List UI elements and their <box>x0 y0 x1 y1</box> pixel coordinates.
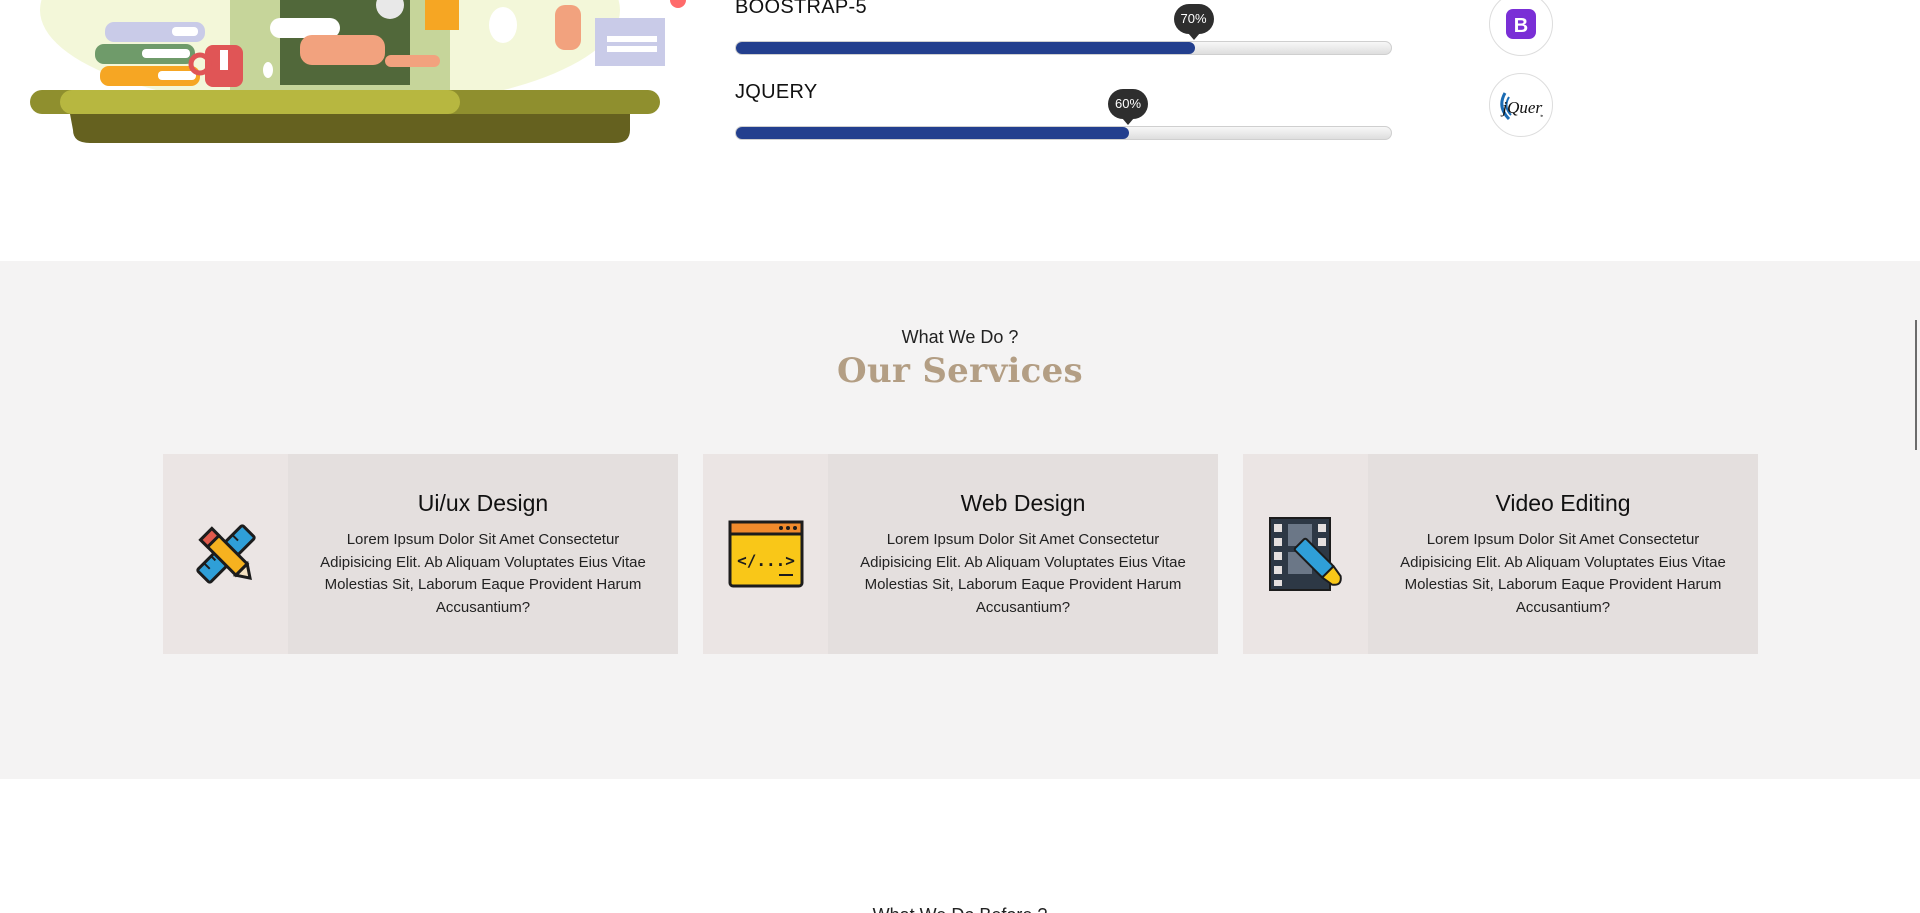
svg-text:</...>: </...> <box>737 551 795 570</box>
service-card-body: Video Editing Lorem Ipsum Dolor Sit Amet… <box>1368 454 1758 654</box>
service-card[interactable]: </...> Web Design Lorem Ipsum Dolor Sit … <box>703 454 1218 654</box>
service-card-body: Ui/ux Design Lorem Ipsum Dolor Sit Amet … <box>288 454 678 654</box>
service-card[interactable]: Ui/ux Design Lorem Ipsum Dolor Sit Amet … <box>163 454 678 654</box>
service-icon-box: </...> <box>703 454 828 654</box>
services-section: What We Do ? Our Services Ui/ux Design L… <box>0 261 1920 779</box>
service-title: Ui/ux Design <box>417 490 549 516</box>
jquery-logo-icon: jQuery <box>1489 73 1553 137</box>
page: BOOSTRAP-5 70% B JQUERY 60% jQuery What … <box>0 0 1920 913</box>
skill-name: BOOSTRAP-5 <box>735 0 867 18</box>
page-scrollbar[interactable] <box>1910 0 1920 913</box>
skill-progress-bar <box>735 126 1392 140</box>
ruler-pencil-icon <box>195 524 256 584</box>
svg-text:jQuery: jQuery <box>1500 98 1543 117</box>
skill-percent-bubble: 60% <box>1108 89 1149 125</box>
skill-percent-bubble: 70% <box>1173 4 1214 40</box>
skill-name: JQUERY <box>735 81 818 103</box>
workspace-illustration <box>30 0 686 143</box>
service-description: Lorem Ipsum Dolor Sit Amet Consectetur A… <box>1400 531 1726 616</box>
section-title: Our Services <box>837 351 1083 391</box>
service-description: Lorem Ipsum Dolor Sit Amet Consectetur A… <box>320 531 646 616</box>
service-card[interactable]: Video Editing Lorem Ipsum Dolor Sit Amet… <box>1243 454 1758 654</box>
bootstrap-logo-icon: B <box>1489 0 1553 56</box>
service-description: Lorem Ipsum Dolor Sit Amet Consectetur A… <box>860 531 1186 616</box>
service-card-body: Web Design Lorem Ipsum Dolor Sit Amet Co… <box>828 454 1218 654</box>
service-icon-box <box>1243 454 1368 654</box>
skill-progress-fill <box>736 42 1195 54</box>
service-icon-box <box>163 454 288 654</box>
scrollbar-thumb[interactable] <box>1915 320 1917 450</box>
svg-text:B: B <box>1514 15 1528 37</box>
section-subtitle: What We Do Before ? <box>0 905 1920 913</box>
service-title: Web Design <box>960 490 1086 516</box>
service-title: Video Editing <box>1495 490 1631 516</box>
skills-section: BOOSTRAP-5 70% B JQUERY 60% jQuery <box>0 0 1920 261</box>
skill-progress-bar <box>735 41 1392 55</box>
skill-progress-fill <box>736 127 1129 139</box>
section-subtitle: What We Do ? <box>901 327 1019 347</box>
next-section: What We Do Before ? <box>0 779 1920 913</box>
film-brush-icon <box>1268 517 1342 591</box>
code-window-icon: </...> <box>728 520 803 588</box>
